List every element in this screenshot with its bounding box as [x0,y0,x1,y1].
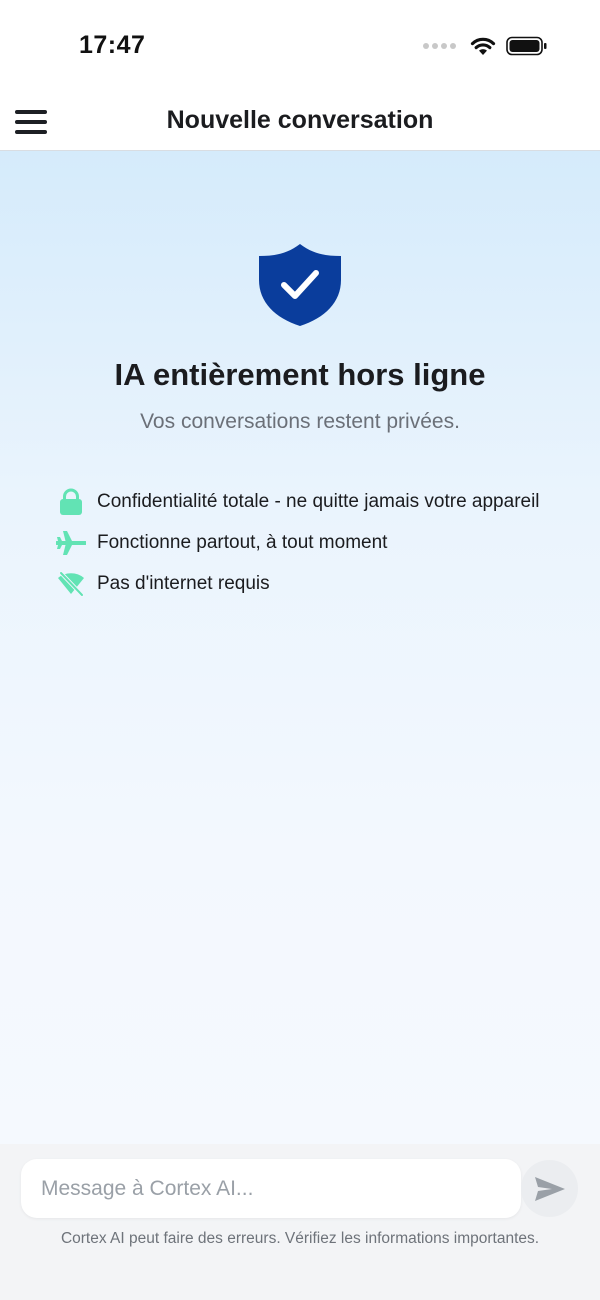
feature-label: Fonctionne partout, à tout moment [97,531,388,553]
shield-check-icon [259,244,341,326]
message-input[interactable] [21,1159,521,1218]
wifi-off-icon [56,569,86,599]
feature-item-offline: Pas d'internet requis [56,563,540,604]
cellular-signal-icon [423,43,456,49]
send-icon [534,1176,565,1201]
feature-label: Pas d'internet requis [97,572,270,594]
status-bar: 17:47 [0,0,600,96]
feature-label: Confidentialité totale - ne quitte jamai… [97,490,540,512]
status-icons [423,36,548,56]
battery-icon [506,36,547,56]
send-button[interactable] [521,1160,578,1217]
subtitle: Vos conversations restent privées. [140,410,460,433]
headline: IA entièrement hors ligne [114,357,486,392]
disclaimer: Cortex AI peut faire des erreurs. Vérifi… [60,1230,540,1247]
nav-bar: Nouvelle conversation [0,96,600,151]
composer: Cortex AI peut faire des erreurs. Vérifi… [0,1144,600,1300]
lock-icon [56,487,86,517]
feature-list: Confidentialité totale - ne quitte jamai… [56,481,540,604]
feature-item-anywhere: Fonctionne partout, à tout moment [56,522,540,563]
empty-state: IA entièrement hors ligne Vos conversati… [0,151,600,1144]
feature-item-privacy: Confidentialité totale - ne quitte jamai… [56,481,540,522]
wifi-icon [470,37,496,55]
page-title: Nouvelle conversation [166,106,434,134]
status-time: 17:47 [79,31,146,59]
airplane-icon [56,528,86,558]
